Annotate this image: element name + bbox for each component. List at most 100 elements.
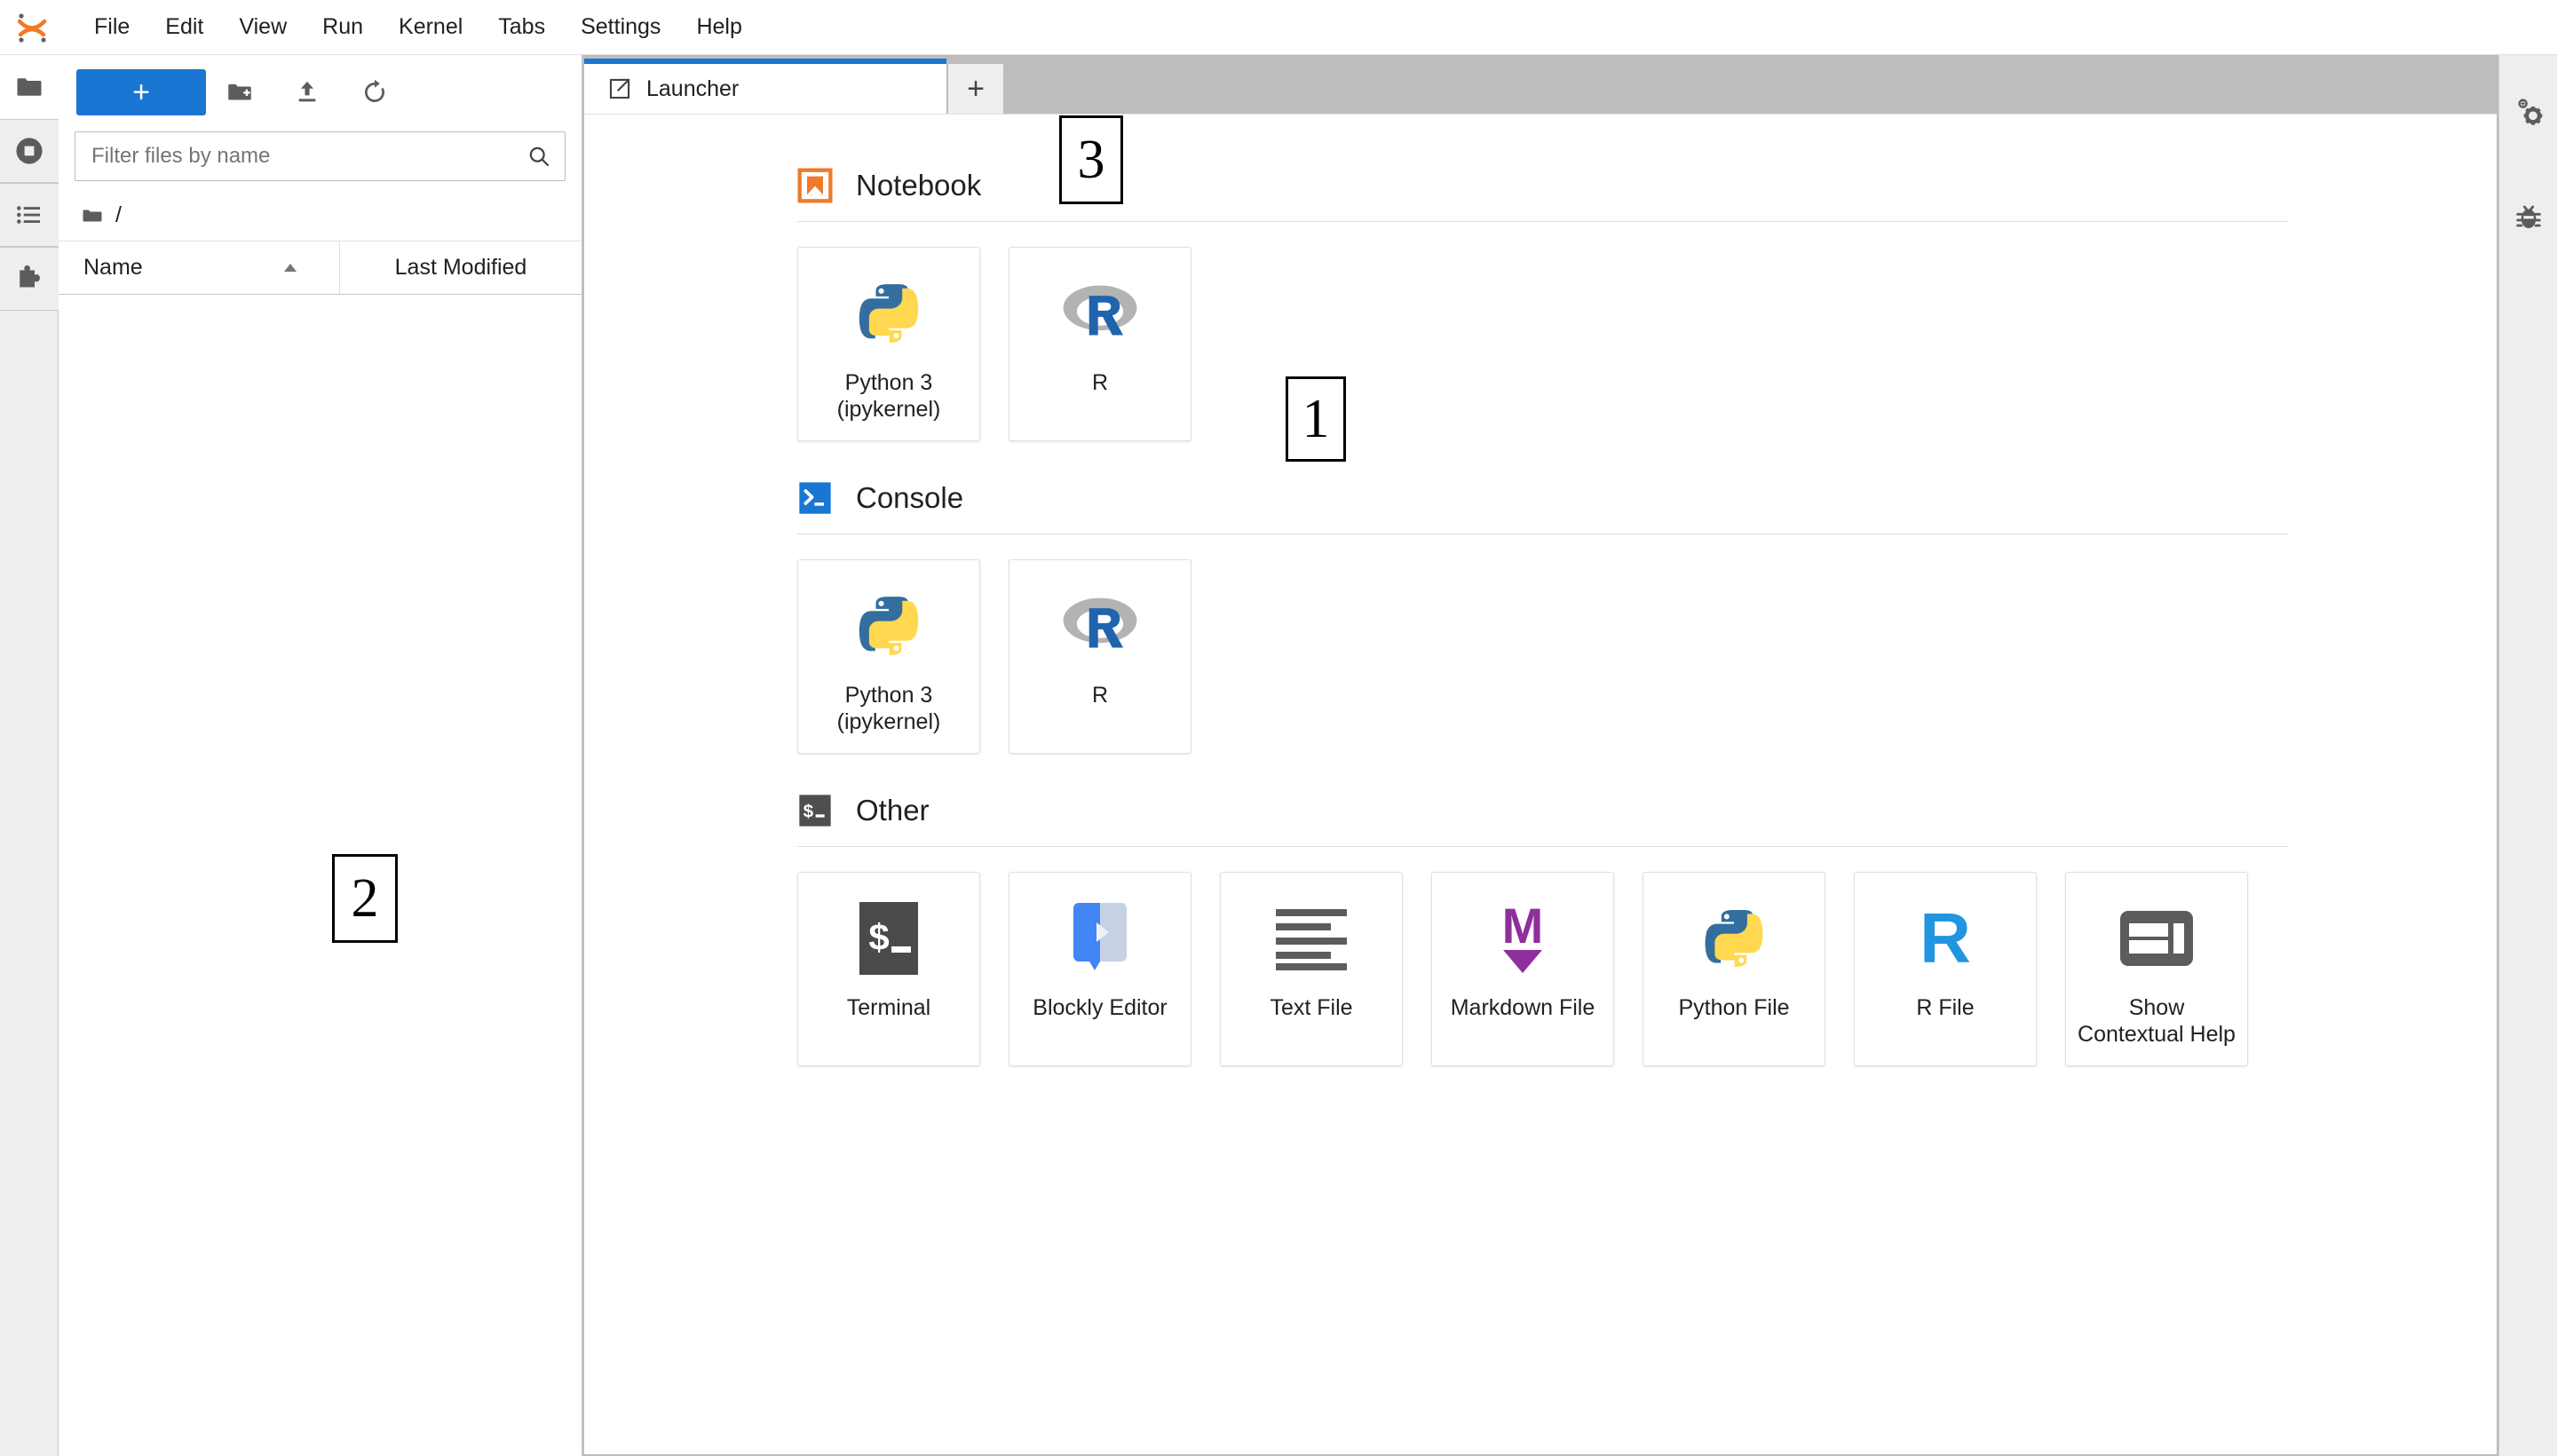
card-label-line1: Python 3 (844, 370, 933, 395)
launcher-section-notebook: Notebook Python 3 (ipykernel) R (797, 168, 2337, 441)
property-inspector-icon (2517, 99, 2542, 125)
python-logo-icon (1698, 896, 1770, 981)
launch-card-label: Python 3 (ipykernel) (837, 370, 941, 423)
annotation-box-1: 1 (1286, 376, 1346, 462)
menu-item-edit[interactable]: Edit (147, 9, 221, 45)
column-header-name[interactable]: Name (59, 241, 340, 294)
main-dock-area: Launcher + 3 Notebook Python 3 (ipykerne… (582, 55, 2498, 1456)
right-sidebar-rail (2498, 55, 2557, 1456)
card-label-line1: R File (1916, 995, 1975, 1020)
r-letter-icon: R (1914, 896, 1976, 981)
launcher-panel: Notebook Python 3 (ipykernel) R Console … (584, 114, 2497, 1454)
sidebar-item-running[interactable] (0, 119, 59, 183)
extension-manager-icon (20, 265, 40, 288)
file-list[interactable]: 2 (59, 295, 582, 1456)
card-label-line1: Text File (1270, 995, 1353, 1020)
sidebar-item-debugger[interactable] (2499, 188, 2557, 245)
breadcrumb[interactable]: / (59, 194, 582, 241)
launch-card-label: R (1092, 370, 1108, 397)
jupyter-logo (12, 8, 51, 47)
menu-item-file[interactable]: File (76, 9, 147, 45)
launch-card-text-file[interactable]: Text File (1220, 872, 1403, 1066)
folder-icon (83, 209, 102, 222)
launch-card-terminal[interactable]: $ Terminal (797, 872, 980, 1066)
r-logo-icon (1059, 583, 1141, 669)
tab-bar: Launcher + 3 (582, 55, 2498, 204)
app-shell: + Filter files by name / Name Last Modif… (0, 55, 2557, 1456)
section-divider-other (797, 846, 2289, 847)
search-input[interactable] (91, 144, 526, 169)
column-header-last-modified-label: Last Modified (394, 255, 527, 280)
annotation-box-3: 3 (1059, 115, 1123, 204)
launch-card-label: Terminal (847, 995, 930, 1022)
python-logo-icon (851, 271, 926, 356)
debugger-icon (2515, 205, 2541, 228)
sidebar-item-file-browser[interactable] (0, 55, 59, 119)
svg-text:M: M (1502, 900, 1544, 954)
new-launcher-button[interactable]: + (76, 69, 206, 115)
card-row-console: Python 3 (ipykernel) R (797, 559, 2337, 754)
card-label-line1: Markdown File (1450, 995, 1595, 1020)
card-label-line1: R (1091, 370, 1109, 395)
menu-bar: File Edit View Run Kernel Tabs Settings … (0, 0, 2557, 55)
card-row-other: $ Terminal Blockly Editor Text File M Ma… (797, 872, 2337, 1066)
launcher-icon (609, 78, 630, 99)
blockly-icon (1066, 896, 1134, 981)
launch-card-console-r[interactable]: R (1009, 559, 1191, 754)
sidebar-item-extensions[interactable] (0, 247, 59, 311)
refresh-button[interactable] (341, 69, 408, 115)
launch-card-label: Python File (1678, 995, 1789, 1022)
launch-card-markdown-file[interactable]: M Markdown File (1431, 872, 1614, 1066)
menu-item-view[interactable]: View (221, 9, 305, 45)
section-header-other: $ Other (797, 793, 2337, 846)
launch-card-label: R File (1916, 995, 1974, 1022)
r-logo-icon (1059, 271, 1141, 356)
rail-spacer (0, 311, 58, 1456)
menu-item-run[interactable]: Run (305, 9, 381, 45)
contextual-help-icon (2118, 896, 2195, 981)
new-folder-button[interactable] (206, 69, 273, 115)
tab-launcher[interactable]: Launcher (584, 59, 946, 114)
section-header-notebook: Notebook (797, 168, 2337, 221)
table-of-contents-icon (17, 206, 40, 224)
sort-ascending-icon (284, 263, 297, 272)
launch-card-notebook-r[interactable]: R (1009, 247, 1191, 441)
section-header-console: Console (797, 480, 2337, 534)
column-header-name-label: Name (83, 255, 143, 280)
menu-item-kernel[interactable]: Kernel (381, 9, 480, 45)
column-header-last-modified[interactable]: Last Modified (340, 241, 582, 294)
card-label-line1: Show (2128, 995, 2185, 1020)
launch-card-notebook-python3[interactable]: Python 3 (ipykernel) (797, 247, 980, 441)
running-terminals-icon (16, 138, 43, 164)
upload-files-button[interactable] (273, 69, 341, 115)
svg-text:$: $ (804, 802, 814, 822)
launch-card-show-contextual-help[interactable]: Show Contextual Help (2065, 872, 2248, 1066)
launcher-section-console: Console Python 3 (ipykernel) R (797, 480, 2337, 754)
menu-item-help[interactable]: Help (678, 9, 759, 45)
section-title-console: Console (856, 481, 964, 514)
launch-card-label: R (1092, 683, 1108, 709)
new-folder-icon (228, 83, 251, 100)
card-label-line2: (ipykernel) (836, 708, 941, 734)
file-filter-box[interactable] (75, 131, 566, 181)
console-prompt-icon (799, 482, 831, 514)
launcher-section-other: $ Other $ Terminal Blockly Editor Text F… (797, 793, 2337, 1066)
refresh-icon (364, 79, 384, 102)
card-label-line2: (ipykernel) (836, 396, 941, 422)
launch-card-label: Text File (1270, 995, 1352, 1022)
menu-items: File Edit View Run Kernel Tabs Settings … (76, 9, 760, 45)
launch-card-blockly-editor[interactable]: Blockly Editor (1009, 872, 1191, 1066)
card-label-line1: Blockly Editor (1033, 995, 1168, 1020)
launch-card-console-python3[interactable]: Python 3 (ipykernel) (797, 559, 980, 754)
sidebar-item-toc[interactable] (0, 183, 59, 247)
launch-card-python-file[interactable]: Python File (1643, 872, 1825, 1066)
file-browser-icon (17, 77, 42, 96)
menu-item-settings[interactable]: Settings (563, 9, 678, 45)
terminal-dollar-icon: $ (856, 896, 922, 981)
sidebar-item-property-inspector[interactable] (2499, 85, 2557, 142)
card-row-notebook: Python 3 (ipykernel) R (797, 247, 2337, 441)
new-tab-button[interactable]: + (948, 64, 1003, 114)
menu-item-tabs[interactable]: Tabs (480, 9, 563, 45)
markdown-icon: M (1487, 896, 1558, 981)
launch-card-r-file[interactable]: R R File (1854, 872, 2037, 1066)
